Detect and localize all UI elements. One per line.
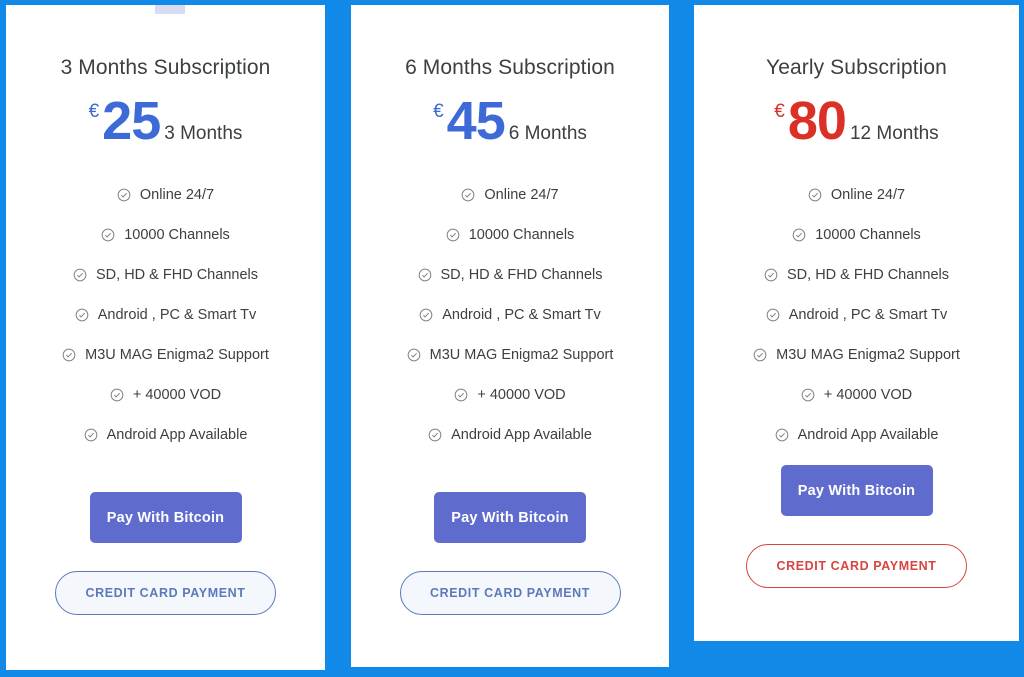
feature-label: SD, HD & FHD Channels (96, 267, 258, 283)
list-item: Online 24/7 (6, 175, 325, 215)
pricing-page: 3 Months Subscription € 25 3 Months Onli… (0, 0, 1024, 677)
card-actions: Pay With Bitcoin CREDIT CARD PAYMENT (694, 465, 1019, 588)
check-circle-icon (808, 188, 822, 202)
credit-card-payment-button[interactable]: CREDIT CARD PAYMENT (55, 571, 276, 615)
pay-with-bitcoin-button[interactable]: Pay With Bitcoin (89, 492, 242, 543)
pricing-card-6-months[interactable]: 6 Months Subscription € 45 6 Months Onli… (351, 5, 669, 667)
feature-label: M3U MAG Enigma2 Support (85, 347, 269, 363)
feature-list: Online 24/7 10000 Channels SD, HD & FHD … (694, 175, 1019, 455)
check-circle-icon (407, 348, 421, 362)
price-row: € 80 12 Months (694, 94, 1019, 148)
check-circle-icon (801, 388, 815, 402)
check-circle-icon (428, 428, 442, 442)
plan-title: Yearly Subscription (766, 56, 947, 79)
list-item: 10000 Channels (6, 215, 325, 255)
list-item: M3U MAG Enigma2 Support (351, 335, 669, 375)
feature-label: Android App Available (797, 427, 939, 443)
pricing-card-3-months[interactable]: 3 Months Subscription € 25 3 Months Onli… (6, 5, 325, 670)
pricing-card-yearly[interactable]: Yearly Subscription € 80 12 Months Onlin… (694, 5, 1019, 641)
check-circle-icon (764, 268, 778, 282)
check-circle-icon (418, 268, 432, 282)
list-item: Android App Available (6, 415, 325, 455)
credit-card-payment-button[interactable]: CREDIT CARD PAYMENT (399, 571, 621, 615)
check-circle-icon (117, 188, 131, 202)
feature-label: + 40000 VOD (132, 387, 222, 403)
check-circle-icon (84, 428, 98, 442)
list-item: 10000 Channels (351, 215, 669, 255)
feature-label: M3U MAG Enigma2 Support (776, 347, 960, 363)
list-item: Online 24/7 (351, 175, 669, 215)
feature-label: Android , PC & Smart Tv (788, 307, 948, 323)
feature-label: + 40000 VOD (823, 387, 913, 403)
pay-with-bitcoin-button[interactable]: Pay With Bitcoin (434, 492, 586, 543)
card-actions: Pay With Bitcoin CREDIT CARD PAYMENT (351, 492, 669, 615)
feature-label: Android App Available (451, 427, 592, 443)
feature-label: SD, HD & FHD Channels (787, 267, 949, 283)
price-row: € 25 3 Months (6, 94, 325, 148)
check-circle-icon (419, 308, 433, 322)
price-period: 3 Months (164, 123, 243, 144)
list-item: + 40000 VOD (351, 375, 669, 415)
list-item: Online 24/7 (694, 175, 1019, 215)
currency-symbol: € (433, 101, 444, 122)
price-period: 6 Months (508, 123, 587, 144)
list-item: + 40000 VOD (694, 375, 1019, 415)
feature-label: 10000 Channels (124, 227, 230, 243)
plan-title: 6 Months Subscription (405, 56, 615, 79)
credit-card-payment-button[interactable]: CREDIT CARD PAYMENT (746, 544, 967, 588)
check-circle-icon (792, 228, 806, 242)
feature-list: Online 24/7 10000 Channels SD, HD & FHD … (351, 175, 669, 455)
pay-with-bitcoin-button[interactable]: Pay With Bitcoin (780, 465, 933, 516)
list-item: Android App Available (694, 415, 1019, 455)
currency-symbol: € (88, 101, 100, 122)
feature-list: Online 24/7 10000 Channels SD, HD & FHD … (6, 175, 325, 455)
list-item: M3U MAG Enigma2 Support (6, 335, 325, 375)
feature-label: 10000 Channels (815, 227, 921, 243)
feature-label: Android App Available (106, 427, 248, 443)
list-item: Android , PC & Smart Tv (351, 295, 669, 335)
feature-label: Online 24/7 (139, 187, 215, 203)
check-circle-icon (446, 228, 460, 242)
check-circle-icon (775, 428, 789, 442)
price-amount: 80 (787, 91, 847, 151)
check-circle-icon (766, 308, 780, 322)
list-item: Android , PC & Smart Tv (694, 295, 1019, 335)
feature-label: Android , PC & Smart Tv (442, 307, 601, 323)
check-circle-icon (110, 388, 124, 402)
feature-label: 10000 Channels (468, 227, 575, 243)
list-item: SD, HD & FHD Channels (351, 255, 669, 295)
price-amount: 45 (446, 91, 506, 151)
price-row: € 45 6 Months (351, 94, 669, 148)
check-circle-icon (461, 188, 475, 202)
check-circle-icon (454, 388, 468, 402)
check-circle-icon (101, 228, 115, 242)
top-sliver-decoration (155, 5, 185, 14)
check-circle-icon (73, 268, 87, 282)
check-circle-icon (753, 348, 767, 362)
list-item: Android , PC & Smart Tv (6, 295, 325, 335)
list-item: SD, HD & FHD Channels (6, 255, 325, 295)
check-circle-icon (75, 308, 89, 322)
price-period: 12 Months (849, 123, 939, 144)
check-circle-icon (62, 348, 76, 362)
feature-label: + 40000 VOD (477, 387, 566, 403)
list-item: 10000 Channels (694, 215, 1019, 255)
feature-label: Android , PC & Smart Tv (97, 307, 257, 323)
price-amount: 25 (102, 91, 161, 151)
list-item: + 40000 VOD (6, 375, 325, 415)
list-item: Android App Available (351, 415, 669, 455)
plan-title: 3 Months Subscription (60, 56, 271, 79)
feature-label: M3U MAG Enigma2 Support (429, 347, 614, 363)
feature-label: Online 24/7 (484, 187, 559, 203)
list-item: SD, HD & FHD Channels (694, 255, 1019, 295)
list-item: M3U MAG Enigma2 Support (694, 335, 1019, 375)
currency-symbol: € (774, 101, 785, 122)
card-actions: Pay With Bitcoin CREDIT CARD PAYMENT (6, 492, 325, 615)
feature-label: SD, HD & FHD Channels (440, 267, 603, 283)
feature-label: Online 24/7 (830, 187, 906, 203)
